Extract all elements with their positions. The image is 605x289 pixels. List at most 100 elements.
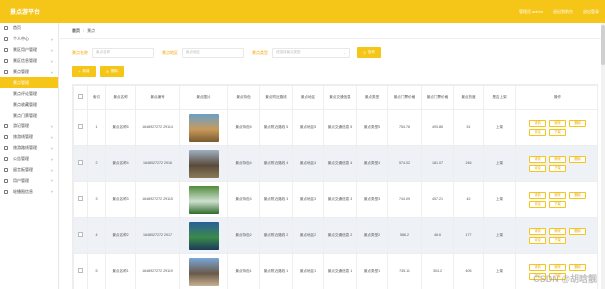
menu-icon [4,189,8,194]
edit-button[interactable]: 修改 [549,191,566,199]
name-cell: 景点名称4 [105,145,136,182]
delete-button[interactable]: ⊖ 删除 [100,66,124,77]
sidebar-item[interactable]: 景点门票管理 [0,110,58,121]
area-search-input[interactable]: 景点地区 [182,47,244,58]
edit-button-label: 修改 [554,156,561,161]
comment-button[interactable]: 评论 [529,128,546,136]
price-cell: 586.2 [387,217,422,254]
route-cell-text: 景点附近路线 4 [263,161,289,165]
add-button[interactable]: + 新增 [72,66,96,77]
image-cell [179,145,228,182]
comment-button[interactable]: 评论 [529,236,546,244]
sidebar-item[interactable]: 首页 [0,23,58,34]
sidebar-item[interactable]: 用户管理 ˅ [0,175,58,186]
operation-buttons: 详情 修改 删除评论 下架 [517,155,597,172]
column-header[interactable] [73,85,88,110]
traffic-cell: 景点交通信息 1 [323,253,357,289]
delete-row-button[interactable]: 删除 [569,119,586,127]
logout-link[interactable]: 退出登录 [583,9,599,15]
unpublish-button[interactable]: 下架 [549,236,566,244]
delete-row-button[interactable]: 删除 [569,263,586,271]
name-cell-text: 景点名称4 [112,161,129,165]
sidebar-item[interactable]: 景点收藏管理 [0,99,58,110]
number-cell-text: 1648927272 29114 [142,125,173,129]
edit-button[interactable]: 修改 [549,227,566,235]
menu-icon [4,37,8,42]
comment-button[interactable]: 评论 [529,200,546,208]
sidebar-item[interactable]: 景区信息管理 ˅ [0,56,58,67]
name-search-input[interactable]: 景点名称 [92,47,154,58]
detail-button[interactable]: 详情 [529,119,546,127]
scenic-thumbnail[interactable] [188,257,219,286]
row-checkbox[interactable] [78,268,83,273]
delete-row-button[interactable]: 删除 [569,227,586,235]
column-header-label: 景点类型 [364,95,380,99]
sidebar-item[interactable]: 旅游线管理 ˅ [0,132,58,143]
price-cell: 304.2 [421,253,454,289]
table-header: 索引 景点名称 景点编号 景点图片 景点特色 景点附近路线 景点地区 景点交通信息 景点类型 景点… [73,85,597,110]
front-link[interactable]: 退出到前台 [553,9,573,15]
detail-button-label: 详情 [534,264,541,269]
status-cell: 上架 [483,217,516,254]
row-checkbox[interactable] [78,196,83,201]
detail-button[interactable]: 详情 [529,263,546,271]
sidebar-item[interactable]: 景区用户管理 ˅ [0,45,58,56]
area-cell-text: 景点地区2 [299,233,317,237]
detail-button-label: 详情 [534,120,541,125]
sidebar-item[interactable]: 景点管理 [0,77,58,89]
type-select[interactable]: 请选择景点类型 ⌄ [272,47,350,58]
breadcrumb-home[interactable]: 首页 [72,28,80,34]
type-cell-text: 景点类型4 [363,161,381,165]
search-button[interactable]: ⚲ 查询 [357,47,381,58]
delete-row-button-label: 删除 [574,264,581,269]
feature-cell: 景点特色2 [227,217,260,254]
sidebar-item[interactable]: 游记管理 ˅ [0,121,58,132]
sidebar-item[interactable]: 个人中心 ˅ [0,34,58,45]
edit-button[interactable]: 修改 [549,155,566,163]
scenic-thumbnail[interactable] [188,113,219,142]
table-row: 4 景点名称2 1648927272 2917 景点特色2 景点附近路线 2 景点地区2 景… [73,217,597,254]
menu-icon [4,135,8,140]
scenic-thumbnail[interactable] [188,185,219,214]
delete-row-button[interactable]: 删除 [569,191,586,199]
sidebar-item[interactable]: 公告管理 ˅ [0,154,58,165]
sidebar-item[interactable]: 景点评论管理 [0,88,58,99]
unpublish-button[interactable]: 下架 [549,164,566,172]
menu-icon [4,26,8,31]
route-cell-text: 景点附近路线 1 [263,269,289,273]
chevron-down-icon: ˅ [50,134,53,140]
traffic-cell: 景点交通信息 4 [323,145,357,182]
sidebar-item[interactable]: 留言板管理 ˅ [0,165,58,176]
area-cell-text: 景点地区1 [299,269,317,273]
unpublish-button[interactable]: 下架 [549,200,566,208]
comment-button[interactable]: 评论 [529,164,546,172]
scrollbar[interactable] [601,23,605,289]
add-button-label: 新增 [82,69,90,73]
sidebar-item-label: 公告管理 [13,156,29,162]
detail-button[interactable]: 详情 [529,227,546,235]
row-checkbox[interactable] [78,232,83,237]
column-header: 景点名称 [105,85,136,110]
detail-button[interactable]: 详情 [529,155,546,163]
select-all-checkbox[interactable] [78,94,83,99]
traffic-cell-text: 景点交通信息 4 [327,161,353,165]
scenic-thumbnail[interactable] [188,149,219,178]
row-checkbox[interactable] [78,160,83,165]
sidebar-item[interactable]: 轮播图信息 ˅ [0,186,58,197]
price-cell: 735.11 [387,253,422,289]
unpublish-button-label: 下架 [554,165,561,170]
detail-button[interactable]: 详情 [529,191,546,199]
chevron-down-icon: ˅ [50,145,53,151]
scrollbar-thumb[interactable] [601,25,605,65]
index-cell: 2 [87,145,106,182]
type-cell-text: 景点类型2 [363,233,381,237]
scenic-thumbnail[interactable] [188,221,219,250]
sidebar-item[interactable]: 旅游路线管理 ˅ [0,143,58,154]
edit-button[interactable]: 修改 [549,263,566,271]
sidebar-item[interactable]: 景点管理 ˅ [0,67,58,78]
edit-button[interactable]: 修改 [549,119,566,127]
unpublish-button[interactable]: 下架 [549,128,566,136]
row-checkbox[interactable] [78,124,83,129]
heat-cell: 51 [453,109,484,146]
delete-row-button[interactable]: 删除 [569,155,586,163]
